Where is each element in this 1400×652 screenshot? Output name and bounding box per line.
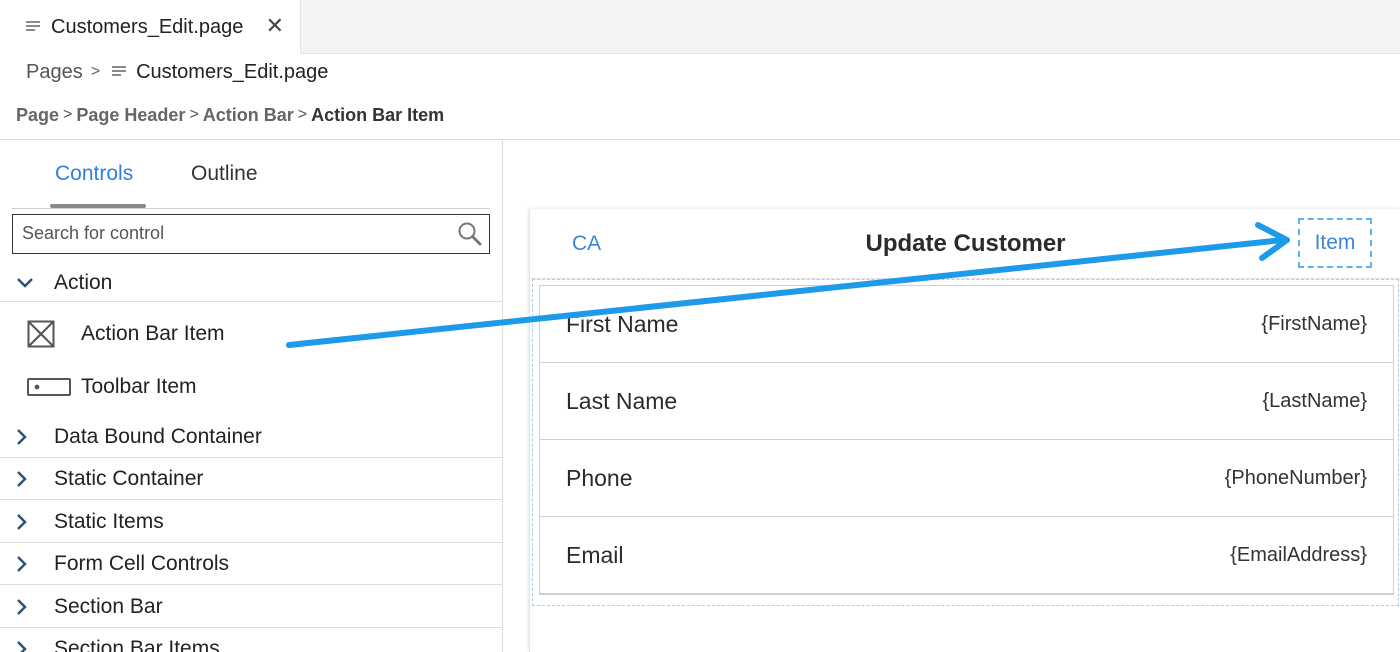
tree-group-action[interactable]: Action <box>0 267 502 299</box>
tree-group-form-cell-controls[interactable]: Form Cell Controls <box>0 548 502 580</box>
action-bar-item-icon <box>27 320 55 348</box>
field-value: {EmailAddress} <box>1230 543 1367 566</box>
chevron-right-icon <box>17 514 27 530</box>
chevron-right-icon <box>17 556 27 572</box>
tab-divider <box>12 208 490 209</box>
tree-divider <box>0 499 502 500</box>
tree-group-section-bar-items[interactable]: Section Bar Items <box>0 633 502 652</box>
chevron-right-icon: > <box>297 106 308 123</box>
file-lines-icon <box>112 66 127 78</box>
control-item-label: Toolbar Item <box>81 375 197 398</box>
tree-divider <box>0 457 502 458</box>
tab-outline[interactable]: Outline <box>191 162 258 186</box>
control-path-page[interactable]: Page <box>16 105 59 126</box>
action-bar: CA Update Customer Item <box>530 209 1400 279</box>
form-row[interactable]: Last Name {LastName} <box>540 363 1393 440</box>
tree-divider <box>0 584 502 585</box>
file-lines-icon <box>26 21 40 33</box>
editor-tab-label: Customers_Edit.page <box>51 15 244 38</box>
chevron-right-icon: > <box>63 106 73 123</box>
chevron-right-icon <box>17 429 27 445</box>
field-value: {PhoneNumber} <box>1224 466 1367 489</box>
control-path-action-bar-item[interactable]: Action Bar Item <box>311 105 444 126</box>
control-item-label: Action Bar Item <box>81 322 225 345</box>
toolbar-item-icon <box>27 378 71 396</box>
editor-tab-strip: Customers_Edit.page ✕ <box>0 0 1400 54</box>
tree-group-label: Form Cell Controls <box>54 552 230 575</box>
action-bar-item-drop-target[interactable]: Item <box>1298 218 1372 268</box>
field-value: {FirstName} <box>1261 312 1367 335</box>
field-value: {LastName} <box>1262 389 1367 412</box>
field-label: Phone <box>566 464 633 491</box>
control-path: Page > Page Header > Action Bar > Action… <box>16 102 444 128</box>
chevron-right-icon: > <box>189 106 199 123</box>
tree-group-label: Static Items <box>54 510 164 533</box>
tree-group-static-container[interactable]: Static Container <box>0 463 502 495</box>
tree-divider <box>0 627 502 628</box>
tree-divider <box>0 542 502 543</box>
page-preview: CA Update Customer Item First Name {Firs… <box>529 209 1400 652</box>
controls-panel: Controls Outline Action Action Bar Item … <box>0 140 503 652</box>
tree-group-label: Data Bound Container <box>54 425 262 448</box>
close-icon[interactable]: ✕ <box>266 14 284 38</box>
tree-group-data-bound-container[interactable]: Data Bound Container <box>0 421 502 453</box>
chevron-down-icon <box>17 278 33 288</box>
form-section-container: First Name {FirstName} Last Name {LastNa… <box>532 279 1399 606</box>
search-box <box>12 214 490 254</box>
form-row[interactable]: First Name {FirstName} <box>540 286 1393 363</box>
tree-group-label: Section Bar <box>54 595 163 618</box>
field-label: Email <box>566 541 624 568</box>
chevron-right-icon: > <box>90 63 101 80</box>
tree-divider <box>0 301 502 302</box>
control-item-toolbar-item[interactable]: Toolbar Item <box>0 369 502 405</box>
editor-tab[interactable]: Customers_Edit.page ✕ <box>0 0 301 54</box>
breadcrumb-root[interactable]: Pages <box>26 61 83 84</box>
page-title: Update Customer <box>865 230 1066 257</box>
tab-controls[interactable]: Controls <box>55 162 133 186</box>
form-row[interactable]: Email {EmailAddress} <box>540 517 1393 594</box>
search-icon[interactable] <box>457 221 483 247</box>
tree-group-label: Section Bar Items <box>54 637 220 652</box>
chevron-right-icon <box>17 599 27 615</box>
control-item-action-bar-item[interactable]: Action Bar Item <box>0 316 502 352</box>
tree-group-label: Action <box>54 271 113 294</box>
tree-group-static-items[interactable]: Static Items <box>0 506 502 538</box>
chevron-right-icon <box>17 641 27 652</box>
breadcrumb: Pages > Customers_Edit.page <box>26 59 328 85</box>
form-row[interactable]: Phone {PhoneNumber} <box>540 440 1393 517</box>
search-input[interactable] <box>13 215 433 251</box>
field-label: First Name <box>566 310 679 337</box>
form-cell-list: First Name {FirstName} Last Name {LastNa… <box>539 285 1394 595</box>
breadcrumb-file[interactable]: Customers_Edit.page <box>136 61 328 84</box>
tree-group-section-bar[interactable]: Section Bar <box>0 591 502 623</box>
control-path-action-bar[interactable]: Action Bar <box>203 105 294 126</box>
tree-group-label: Static Container <box>54 467 204 490</box>
field-label: Last Name <box>566 387 678 414</box>
chevron-right-icon <box>17 471 27 487</box>
control-path-page-header[interactable]: Page Header <box>76 105 185 126</box>
